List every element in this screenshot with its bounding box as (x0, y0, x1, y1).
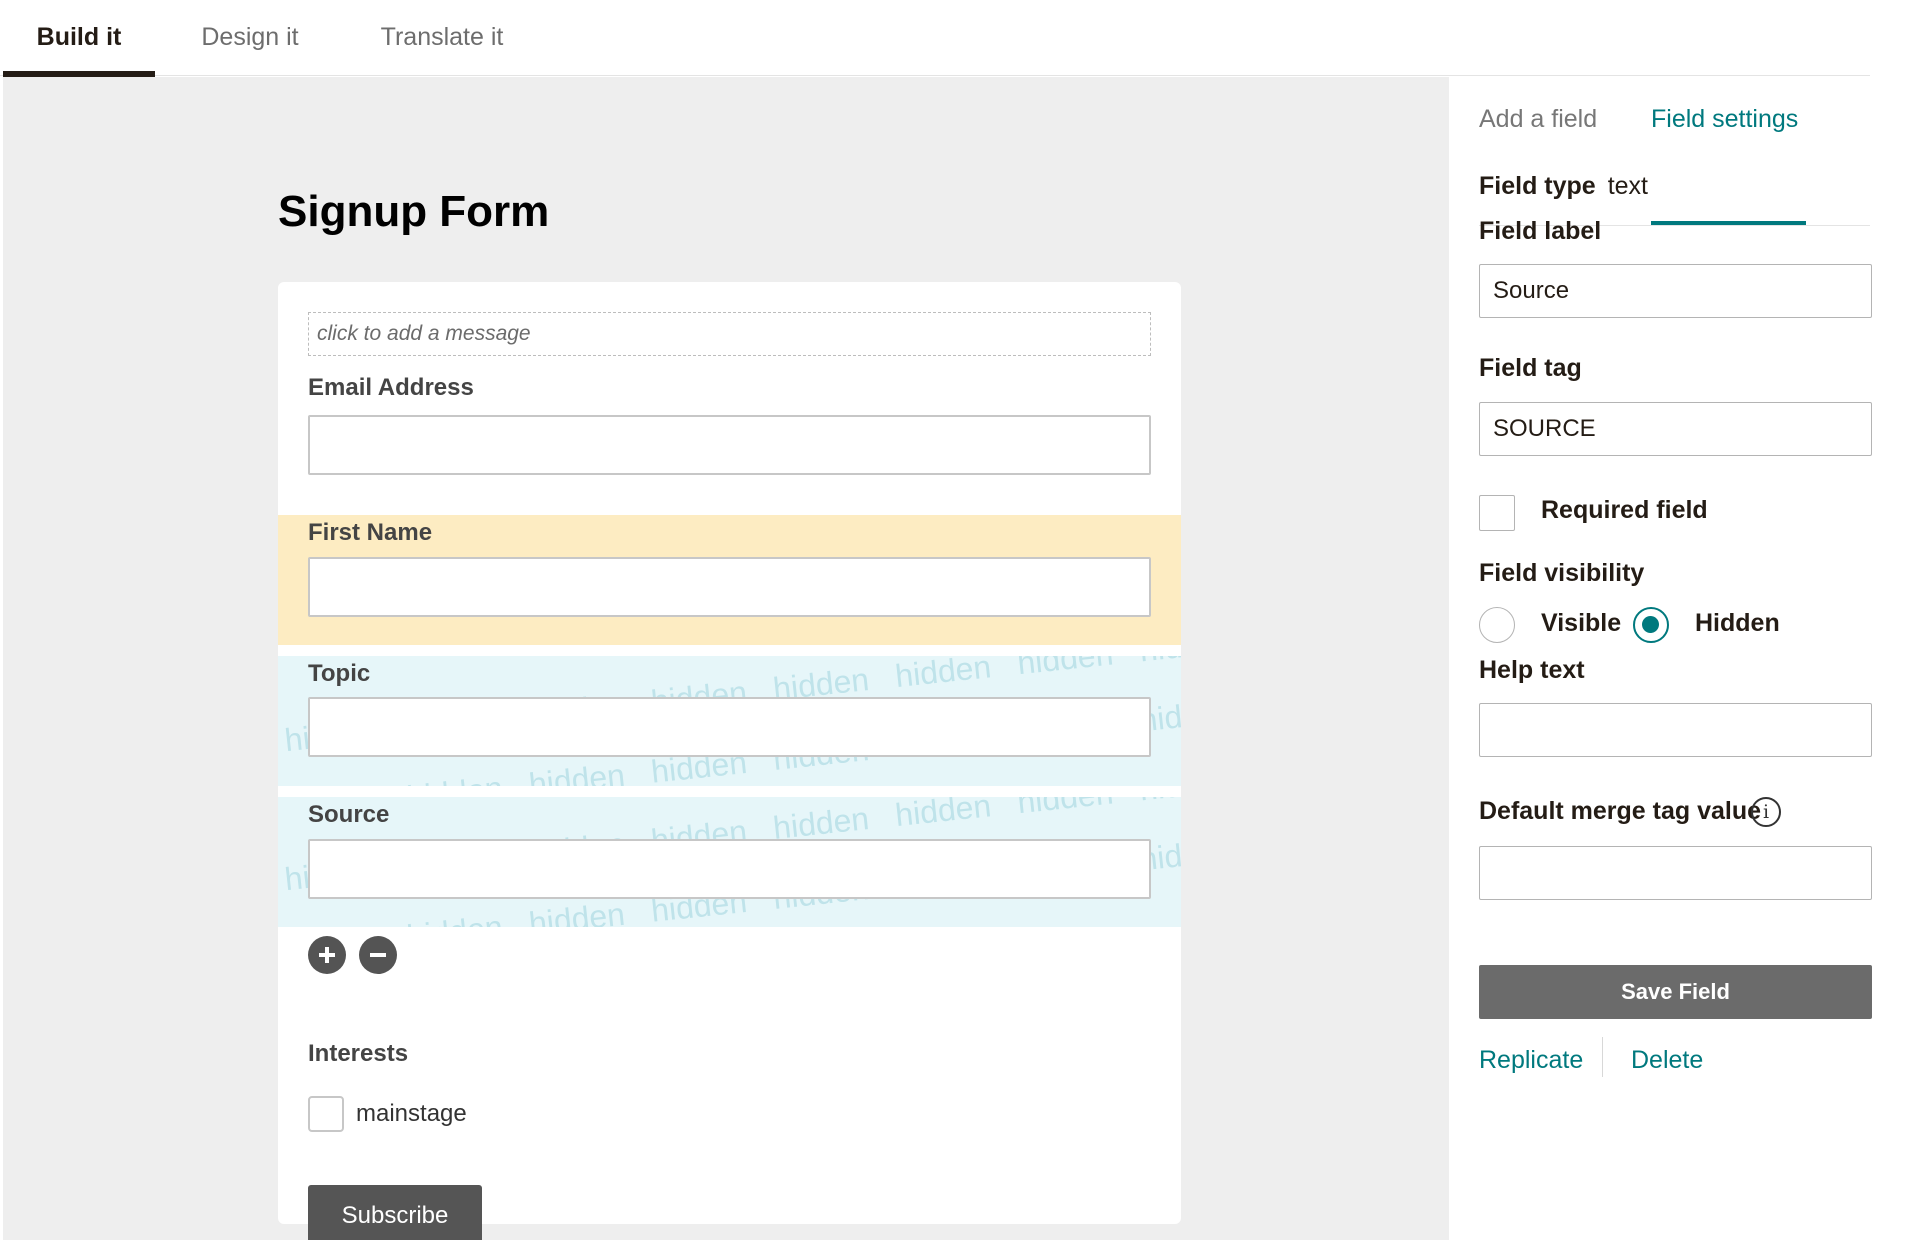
visibility-hidden-radio[interactable] (1633, 607, 1669, 643)
field-type-label: Field type (1479, 172, 1596, 200)
field-settings-panel: Add a field Field settings Field type tex… (1449, 77, 1920, 1240)
add-message-box[interactable]: click to add a message (308, 312, 1151, 356)
topic-field-block[interactable]: hidden hidden hidden hidden hidden hidde… (278, 656, 1181, 786)
interests-label: Interests (308, 1040, 409, 1067)
topic-label: Topic (308, 660, 371, 687)
first-name-field[interactable] (308, 557, 1151, 617)
field-label-label: Field label (1479, 217, 1602, 245)
visibility-visible-label: Visible (1541, 609, 1622, 637)
mainstage-label: mainstage (356, 1100, 467, 1127)
source-field[interactable] (308, 839, 1151, 899)
default-merge-tag-input[interactable] (1479, 846, 1872, 900)
tab-build-it[interactable]: Build it (3, 0, 155, 78)
field-type-row: Field type text (1479, 172, 1648, 201)
link-divider (1602, 1037, 1603, 1077)
add-field-button[interactable] (308, 936, 346, 974)
form-canvas: Signup Form click to add a message Email… (3, 77, 1449, 1240)
active-tab-indicator (1651, 221, 1806, 225)
field-tag-input[interactable]: SOURCE (1479, 402, 1872, 456)
mainstage-checkbox[interactable] (308, 1096, 344, 1132)
subscribe-button[interactable]: Subscribe (308, 1185, 482, 1240)
help-text-input[interactable] (1479, 703, 1872, 757)
first-name-field-block[interactable]: First Name (278, 515, 1181, 645)
form-card: click to add a message Email Address Fir… (278, 282, 1181, 1240)
source-label: Source (308, 801, 390, 828)
save-field-button[interactable]: Save Field (1479, 965, 1872, 1019)
remove-field-button[interactable] (359, 936, 397, 974)
topic-field[interactable] (308, 697, 1151, 757)
source-field-block[interactable]: hidden hidden hidden hidden hidden hidde… (278, 797, 1181, 927)
info-icon[interactable]: i (1751, 797, 1781, 827)
email-field[interactable] (308, 415, 1151, 475)
required-field-label: Required field (1541, 496, 1708, 524)
field-visibility-label: Field visibility (1479, 559, 1645, 587)
help-text-label: Help text (1479, 656, 1585, 684)
field-type-value: text (1607, 172, 1648, 200)
replicate-link[interactable]: Replicate (1479, 1046, 1583, 1075)
minus-icon (370, 953, 386, 957)
tab-design-it[interactable]: Design it (192, 0, 308, 76)
form-title: Signup Form (278, 187, 550, 236)
field-label-input[interactable]: Source (1479, 264, 1872, 318)
required-field-checkbox[interactable] (1479, 495, 1515, 531)
plus-icon (319, 947, 335, 963)
delete-link[interactable]: Delete (1631, 1046, 1703, 1075)
first-name-label: First Name (308, 519, 433, 546)
email-label: Email Address (308, 374, 474, 401)
visibility-hidden-label: Hidden (1695, 609, 1780, 637)
tab-field-settings[interactable]: Field settings (1651, 105, 1798, 134)
field-tag-label: Field tag (1479, 354, 1582, 382)
top-tab-bar: Build it Design it Translate it (0, 0, 1870, 78)
tab-translate-it[interactable]: Translate it (372, 0, 512, 76)
tab-add-a-field[interactable]: Add a field (1479, 105, 1597, 134)
default-merge-tag-label: Default merge tag value (1479, 797, 1762, 825)
visibility-visible-radio[interactable] (1479, 607, 1515, 643)
